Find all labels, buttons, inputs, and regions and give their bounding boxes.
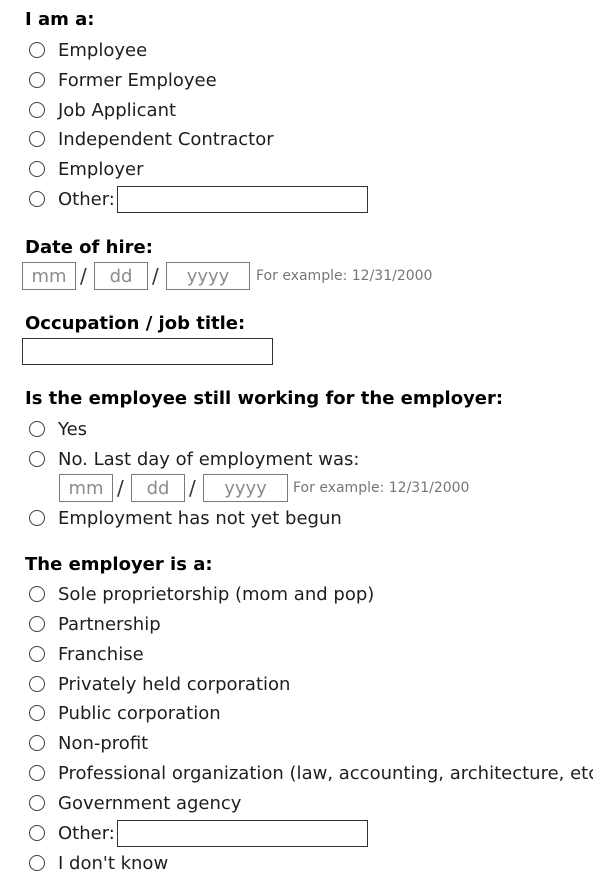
hire-year-input[interactable]: yyyy <box>166 262 250 290</box>
employer-option-private-corp[interactable]: Privately held corporation <box>29 672 290 696</box>
still-working-option-not-begun[interactable]: Employment has not yet begun <box>29 506 342 530</box>
radio-button[interactable] <box>29 510 45 526</box>
option-label: Independent Contractor <box>58 128 274 150</box>
option-label: Partnership <box>58 613 161 635</box>
employer-option-non-profit[interactable]: Non-profit <box>29 731 148 755</box>
iam-other-input[interactable] <box>117 186 368 213</box>
option-label: Employment has not yet begun <box>58 507 342 529</box>
option-label: Non-profit <box>58 732 149 754</box>
option-label: No. Last day of employment was: <box>58 448 360 470</box>
option-label: Franchise <box>58 643 144 665</box>
last-day-day-input[interactable]: dd <box>131 474 185 502</box>
option-label: Former Employee <box>58 69 217 91</box>
option-label: Public corporation <box>58 702 221 724</box>
radio-button[interactable] <box>29 705 45 721</box>
radio-button[interactable] <box>29 676 45 692</box>
option-label: Job Applicant <box>58 99 177 121</box>
hire-day-input[interactable]: dd <box>94 262 148 290</box>
employer-option-public-corp[interactable]: Public corporation <box>29 701 221 725</box>
radio-button[interactable] <box>29 72 45 88</box>
radio-button[interactable] <box>29 131 45 147</box>
still-working-heading: Is the employee still working for the em… <box>25 388 504 409</box>
option-label: Employer <box>58 158 144 180</box>
radio-button[interactable] <box>29 102 45 118</box>
last-day-example: For example: 12/31/2000 <box>293 480 470 496</box>
radio-button[interactable] <box>29 795 45 811</box>
employer-option-dont-know[interactable]: I don't know <box>29 851 168 875</box>
option-label: I don't know <box>58 852 169 874</box>
radio-button[interactable] <box>29 586 45 602</box>
option-label: Other: <box>58 188 115 210</box>
date-separator: / <box>117 476 124 500</box>
radio-button[interactable] <box>29 825 45 841</box>
still-working-option-no[interactable]: No. Last day of employment was: <box>29 447 359 471</box>
employer-other-input[interactable] <box>117 820 368 847</box>
option-label: Employee <box>58 39 148 61</box>
option-label: Professional organization (law, accounti… <box>58 762 593 784</box>
last-day-year-input[interactable]: yyyy <box>203 474 288 502</box>
still-working-option-yes[interactable]: Yes <box>29 417 87 441</box>
radio-button[interactable] <box>29 451 45 467</box>
employer-option-partnership[interactable]: Partnership <box>29 612 161 636</box>
employer-type-heading: The employer is a: <box>25 554 213 575</box>
occupation-heading: Occupation / job title: <box>25 313 246 334</box>
radio-button[interactable] <box>29 616 45 632</box>
radio-button[interactable] <box>29 191 45 207</box>
iam-option-employee[interactable]: Employee <box>29 38 147 62</box>
radio-button[interactable] <box>29 42 45 58</box>
hire-month-input[interactable]: mm <box>22 262 76 290</box>
employer-option-government[interactable]: Government agency <box>29 791 241 815</box>
radio-button[interactable] <box>29 421 45 437</box>
hire-date-example: For example: 12/31/2000 <box>256 268 433 284</box>
iam-heading: I am a: <box>25 9 95 30</box>
radio-button[interactable] <box>29 161 45 177</box>
iam-option-job-applicant[interactable]: Job Applicant <box>29 98 176 122</box>
option-label: Yes <box>58 418 88 440</box>
option-label: Other: <box>58 822 115 844</box>
radio-button[interactable] <box>29 855 45 871</box>
radio-button[interactable] <box>29 646 45 662</box>
iam-option-independent-contractor[interactable]: Independent Contractor <box>29 127 274 151</box>
date-separator: / <box>80 264 87 288</box>
option-label: Privately held corporation <box>58 673 291 695</box>
employer-option-professional-org[interactable]: Professional organization (law, accounti… <box>29 761 593 785</box>
iam-option-employer[interactable]: Employer <box>29 157 143 181</box>
date-separator: / <box>189 476 196 500</box>
employer-option-franchise[interactable]: Franchise <box>29 642 144 666</box>
iam-option-other[interactable]: Other: <box>29 187 115 211</box>
radio-button[interactable] <box>29 735 45 751</box>
radio-button[interactable] <box>29 765 45 781</box>
employer-option-sole-proprietorship[interactable]: Sole proprietorship (mom and pop) <box>29 582 374 606</box>
occupation-input[interactable] <box>22 338 273 365</box>
iam-option-former-employee[interactable]: Former Employee <box>29 68 217 92</box>
hire-date-heading: Date of hire: <box>25 237 153 258</box>
last-day-month-input[interactable]: mm <box>59 474 113 502</box>
employer-option-other[interactable]: Other: <box>29 821 115 845</box>
option-label: Sole proprietorship (mom and pop) <box>58 583 375 605</box>
option-label: Government agency <box>58 792 242 814</box>
date-separator: / <box>152 264 159 288</box>
